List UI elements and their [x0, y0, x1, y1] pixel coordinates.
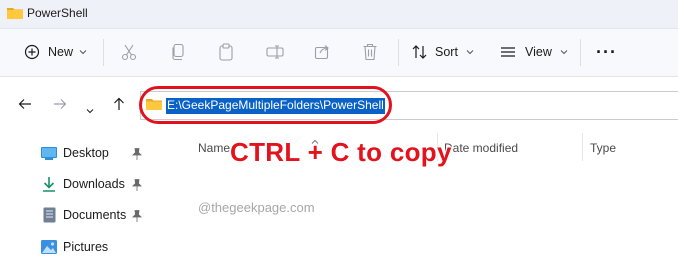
sort-icon [412, 44, 428, 60]
plus-circle-icon [24, 44, 40, 60]
more-dots-icon: ··· [596, 41, 617, 62]
pin-icon[interactable] [132, 178, 142, 196]
title-bar: PowerShell [0, 0, 678, 29]
arrow-left-icon [18, 99, 31, 109]
command-bar: New Sort View ··· [0, 29, 678, 77]
scissors-icon [121, 43, 137, 61]
trash-icon [362, 43, 378, 61]
sidebar-item-label: Documents [63, 208, 127, 222]
column-header-date-modified[interactable]: Date modified [444, 141, 518, 155]
chevron-down-icon [560, 49, 568, 55]
watermark-text: @thegeekpage.com [198, 200, 315, 215]
pin-icon[interactable] [132, 209, 142, 227]
pictures-icon [41, 239, 57, 255]
back-button[interactable] [18, 97, 32, 116]
column-header-name[interactable]: Name [198, 141, 230, 155]
sort-button[interactable]: Sort [412, 41, 474, 63]
new-label: New [48, 45, 74, 59]
forward-button[interactable] [53, 97, 67, 116]
arrow-right-icon [54, 99, 67, 109]
rename-button[interactable] [266, 41, 284, 63]
up-button[interactable] [112, 97, 126, 116]
column-separator[interactable] [582, 133, 583, 161]
copy-button[interactable] [170, 41, 186, 63]
chevron-down-icon [466, 49, 474, 55]
view-label: View [525, 45, 552, 59]
view-button[interactable]: View [500, 41, 568, 63]
folder-icon [7, 6, 23, 25]
new-button[interactable]: New [24, 41, 87, 63]
pin-icon[interactable] [132, 147, 142, 165]
sidebar-item-label: Desktop [63, 146, 109, 160]
share-icon [314, 44, 330, 60]
annotation-highlight [139, 86, 392, 124]
share-button[interactable] [314, 41, 330, 63]
view-lines-icon [500, 45, 516, 59]
recent-locations-button[interactable] [86, 101, 94, 119]
cut-button[interactable] [121, 41, 137, 63]
see-more-button[interactable]: ··· [596, 41, 617, 63]
sidebar-item-label: Pictures [63, 240, 109, 254]
window-title: PowerShell [27, 6, 88, 20]
annotation-callout: CTRL + C to copy [230, 137, 452, 167]
separator [398, 39, 399, 66]
separator [103, 39, 104, 66]
chevron-down-icon [86, 109, 94, 114]
navigation-pane: Desktop Downloads Documents Pictures [0, 134, 150, 259]
sidebar-item-downloads[interactable]: Downloads [41, 175, 125, 193]
chevron-down-icon [79, 49, 87, 55]
paste-icon [218, 43, 234, 61]
sidebar-item-desktop[interactable]: Desktop [41, 144, 109, 162]
desktop-icon [41, 145, 57, 161]
document-icon [41, 207, 57, 223]
copy-icon [170, 43, 186, 61]
rename-icon [266, 44, 284, 60]
separator [580, 39, 581, 66]
sort-label: Sort [435, 45, 458, 59]
sidebar-item-label: Downloads [63, 177, 125, 191]
arrow-up-icon [114, 97, 124, 110]
delete-button[interactable] [362, 41, 378, 63]
column-header-type[interactable]: Type [590, 141, 616, 155]
download-arrow-icon [41, 176, 57, 192]
paste-button[interactable] [218, 41, 234, 63]
sidebar-item-pictures[interactable]: Pictures [41, 238, 108, 256]
sidebar-item-documents[interactable]: Documents [41, 206, 126, 224]
